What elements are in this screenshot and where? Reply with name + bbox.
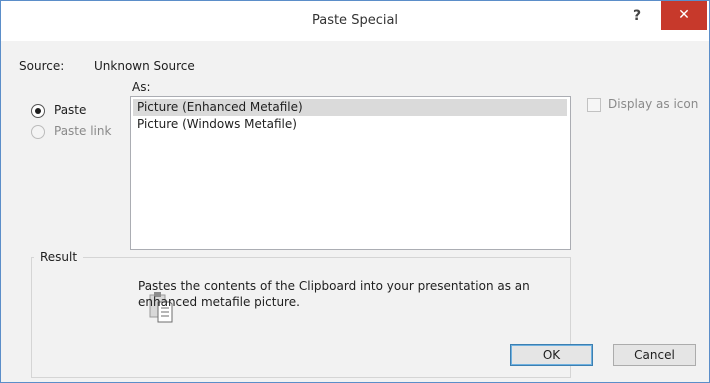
display-as-icon-checkbox[interactable] — [587, 98, 601, 112]
source-label: Source: — [19, 59, 65, 73]
source-value: Unknown Source — [94, 59, 195, 73]
list-item[interactable]: Picture (Enhanced Metafile) — [133, 99, 567, 116]
paste-radio[interactable] — [31, 104, 45, 118]
dialog-title: Paste Special — [311, 13, 399, 28]
dialog-body: Source: Unknown Source As: Paste Paste l… — [1, 41, 709, 382]
ok-button[interactable]: OK — [510, 344, 593, 366]
paste-link-radio[interactable] — [31, 125, 45, 139]
result-group — [31, 257, 571, 378]
result-legend: Result — [34, 250, 84, 264]
paste-radio-label[interactable]: Paste — [54, 103, 86, 117]
list-item[interactable]: Picture (Windows Metafile) — [133, 116, 567, 133]
paste-link-radio-label[interactable]: Paste link — [54, 124, 111, 138]
display-as-icon-label[interactable]: Display as icon — [608, 97, 698, 111]
result-description: Pastes the contents of the Clipboard int… — [138, 279, 530, 309]
paste-special-dialog: Paste Special ? ✕ Source: Unknown Source… — [0, 0, 710, 383]
cancel-button[interactable]: Cancel — [613, 344, 696, 366]
title-bar: Paste Special ? ✕ — [1, 1, 709, 41]
close-button[interactable]: ✕ — [661, 1, 707, 30]
as-label: As: — [132, 80, 151, 94]
help-button[interactable]: ? — [626, 6, 648, 28]
close-icon: ✕ — [678, 7, 690, 23]
paste-as-listbox[interactable]: Picture (Enhanced Metafile) Picture (Win… — [130, 96, 571, 250]
